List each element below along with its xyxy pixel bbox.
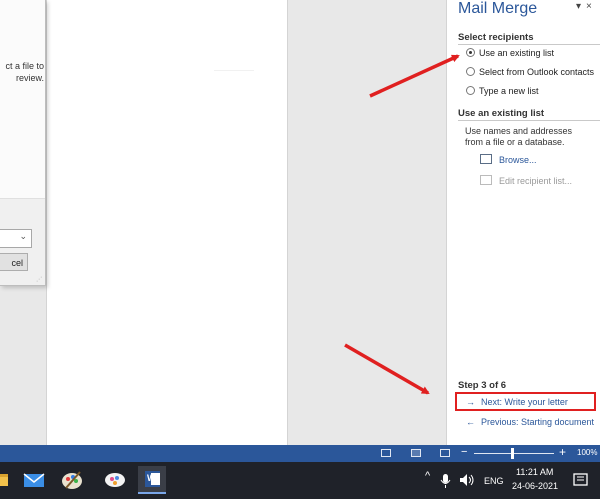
browse-label: Browse... (499, 155, 537, 165)
radio-icon[interactable] (466, 86, 475, 95)
microphone-icon[interactable] (439, 466, 453, 494)
word-taskbar-button[interactable]: W (138, 466, 166, 494)
step-indicator: Step 3 of 6 (458, 380, 507, 391)
clock-date[interactable]: 24-06-2021 (512, 481, 558, 491)
dialog-description: ct a file to review. (0, 60, 44, 84)
dialog-description-line: ct a file to (5, 61, 44, 71)
browse-link[interactable]: Browse... (480, 154, 537, 165)
mail-merge-pane: Mail Merge ▾ × Select recipients Use an e… (446, 0, 600, 445)
radio-label: Type a new list (479, 86, 539, 96)
previous-step-label: Previous: Starting document (481, 417, 595, 427)
windows-taskbar: W ^ ENG 11:21 AM 24-06-2021 (0, 462, 600, 499)
read-mode-icon[interactable] (381, 449, 391, 457)
radio-label: Use an existing list (479, 48, 555, 58)
resize-grip-icon[interactable]: ⋰ (36, 276, 42, 283)
select-recipients-heading: Select recipients (458, 32, 534, 43)
zoom-slider[interactable] (474, 453, 554, 454)
dialog-description-line: review. (15, 73, 44, 83)
description-line: from a file or a database. (465, 137, 565, 147)
radio-type-new-list[interactable]: Type a new list (466, 86, 539, 96)
cancel-button-label: cel (11, 258, 23, 268)
pane-title: Mail Merge (458, 0, 538, 17)
divider (458, 44, 600, 45)
input-language[interactable]: ENG (484, 476, 504, 486)
paint-3d-icon[interactable] (101, 466, 129, 494)
zoom-slider-thumb[interactable] (511, 448, 514, 459)
description-line: Use names and addresses (465, 126, 573, 136)
edit-recipient-label: Edit recipient list... (499, 176, 573, 186)
document-area (0, 0, 446, 445)
zoom-in-button[interactable]: + (559, 445, 566, 459)
word-icon-letter: W (147, 473, 156, 483)
radio-selected-icon[interactable] (466, 48, 475, 57)
show-hidden-icons-icon[interactable]: ^ (425, 470, 430, 482)
pane-options-icon[interactable]: ▾ (576, 1, 581, 12)
next-step-highlight-box (455, 392, 596, 411)
radio-icon[interactable] (466, 67, 475, 76)
paint-icon[interactable] (58, 466, 86, 494)
close-icon[interactable]: × (586, 1, 592, 12)
radio-label: Select from Outlook contacts (479, 67, 595, 77)
print-layout-icon[interactable] (411, 449, 421, 457)
arrow-left-icon: ← (466, 417, 475, 427)
cancel-button[interactable]: cel (0, 253, 28, 271)
file-type-select[interactable]: ⌄ (0, 229, 32, 248)
edit-recipient-list-link: Edit recipient list... (480, 175, 572, 186)
existing-list-description: Use names and addresses from a file or a… (465, 126, 572, 148)
radio-use-existing-list[interactable]: Use an existing list (466, 48, 554, 58)
zoom-out-button[interactable]: − (461, 446, 467, 458)
use-existing-list-heading: Use an existing list (458, 108, 545, 119)
clock-time[interactable]: 11:21 AM (516, 467, 553, 477)
volume-icon[interactable] (458, 466, 476, 494)
radio-select-outlook-contacts[interactable]: Select from Outlook contacts (466, 67, 594, 77)
document-hint-line (214, 70, 254, 71)
pane-controls: ▾ × (576, 1, 597, 12)
previous-step-link[interactable]: ← Previous: Starting document (466, 417, 594, 427)
browse-icon (480, 154, 492, 164)
document-page[interactable] (46, 0, 288, 445)
edit-list-icon (480, 175, 492, 185)
chevron-down-icon: ⌄ (19, 231, 27, 241)
select-data-source-dialog: ct a file to review. ⌄ cel ⋰ (0, 0, 46, 286)
notifications-icon[interactable] (571, 466, 591, 494)
divider (458, 120, 600, 121)
web-layout-icon[interactable] (440, 449, 450, 457)
status-bar: − + 100% (0, 445, 600, 462)
mail-icon[interactable] (20, 466, 48, 494)
zoom-level[interactable]: 100% (577, 448, 597, 457)
